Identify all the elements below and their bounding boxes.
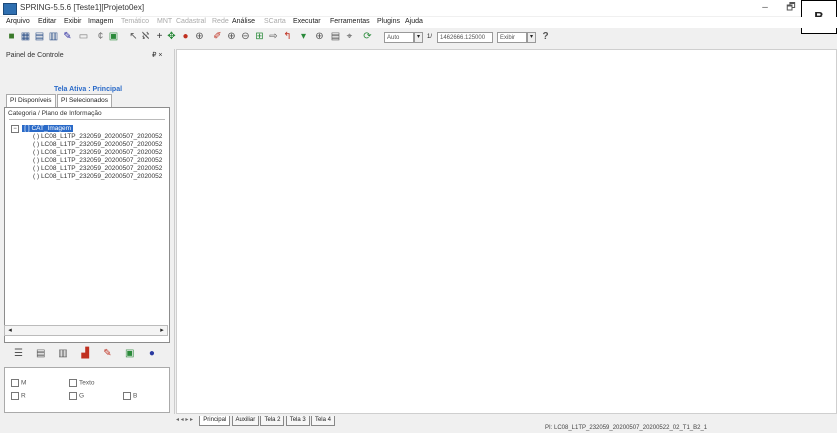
checkbox-texto[interactable]: Texto — [69, 379, 95, 387]
category-tree: Categoria / Plano de Informação − [ ] CA… — [4, 107, 170, 343]
app-icon — [3, 3, 17, 15]
project-icon[interactable]: ▦ — [20, 31, 31, 42]
list-item[interactable]: ( ) LC08_L1TP_232059_20200507_2020052 — [33, 165, 167, 172]
control-panel: Painel de Controle ₽ × Tela Ativa : Prin… — [2, 49, 175, 414]
draw-icon[interactable]: ✐ — [212, 31, 223, 42]
scale-mode-select[interactable]: Auto — [384, 32, 414, 43]
layers-icon[interactable]: ¢ — [95, 31, 106, 42]
window-title: SPRING-5.5.6 [Teste1][Projeto0ex] — [20, 3, 145, 12]
menu-mnt[interactable]: MNT — [157, 18, 172, 25]
help-circle-icon[interactable]: ● — [145, 347, 158, 360]
properties-icon[interactable]: ▣ — [123, 347, 136, 360]
menu-plugins[interactable]: Plugins — [377, 18, 400, 25]
toolbar: ■ ▦ ▤ ▥ ✎ ▭ ¢ ▣ ↖ ℵ + ✥ ● ⊕ ✐ ⊕ ⊖ ⊞ ⇨ ↰ … — [0, 29, 800, 47]
active-screen-title: Tela Ativa : Principal — [53, 86, 123, 93]
display-options: M Texto R G B — [4, 367, 170, 413]
tab-pi-disponiveis[interactable]: PI Disponíveis — [6, 94, 56, 108]
checkbox-g[interactable]: G — [69, 392, 84, 400]
category-cat-imagem[interactable]: [ ] CAT_Imagem — [22, 125, 74, 133]
zoom-out-icon[interactable]: ⊖ — [240, 31, 251, 42]
tree-header: Categoria / Plano de Informação — [8, 110, 102, 117]
window-icon[interactable]: ▭ — [78, 31, 89, 42]
list-item[interactable]: ( ) LC08_L1TP_232059_20200507_2020052 — [33, 149, 167, 156]
menu-analise[interactable]: Análise — [232, 18, 255, 25]
cursor-icon[interactable]: ↖ — [128, 31, 139, 42]
zoom-fit-icon[interactable]: ⊞ — [254, 31, 265, 42]
menu-tematico[interactable]: Temático — [121, 18, 149, 25]
zoom-mode-dropdown[interactable]: ▾ — [527, 32, 536, 43]
menu-editar[interactable]: Editar — [38, 18, 56, 25]
image-icon[interactable]: ▣ — [108, 31, 119, 42]
menu-imagem[interactable]: Imagem — [88, 18, 113, 25]
list-item[interactable]: ( ) LC08_L1TP_232059_20200507_2020052 — [33, 173, 167, 180]
collapse-icon[interactable]: − — [11, 124, 19, 133]
menu-bar: Arquivo Editar Exibir Imagem Temático MN… — [0, 17, 837, 28]
panel-toolbar: ☰ ▤ ▥ ▟ ✎ ▣ ● — [12, 347, 165, 361]
list-item[interactable]: ( ) LC08_L1TP_232059_20200507_2020052 — [33, 133, 167, 140]
menu-rede[interactable]: Rede — [212, 18, 229, 25]
list-icon[interactable]: ☰ — [12, 347, 25, 360]
chart-icon[interactable]: ▥ — [56, 347, 69, 360]
menu-executar[interactable]: Executar — [293, 18, 321, 25]
forward-icon[interactable]: ⇨ — [268, 31, 279, 42]
panel-pin-close[interactable]: ₽ × — [152, 51, 163, 59]
info-icon[interactable]: ℵ — [140, 31, 151, 42]
grid-toggle-icon[interactable]: ▤ — [330, 31, 341, 42]
menu-scarta[interactable]: SCarta — [264, 18, 286, 25]
checkbox-m[interactable]: M — [11, 379, 26, 387]
layer-dropdown-icon[interactable]: ▾ — [298, 31, 309, 42]
scale-input[interactable]: 1462666.125000 — [437, 32, 493, 43]
help-icon[interactable]: ? — [540, 31, 551, 42]
checkbox-b[interactable]: B — [123, 392, 137, 400]
scroll-left-icon[interactable]: ◂ — [5, 326, 15, 335]
scale-mode-dropdown[interactable]: ▾ — [414, 32, 423, 43]
histogram-icon[interactable]: ▟ — [79, 347, 92, 360]
zoom-area-icon[interactable]: ⊕ — [194, 31, 205, 42]
edit-icon[interactable]: ✎ — [101, 347, 114, 360]
menu-cadastral[interactable]: Cadastral — [176, 18, 206, 25]
status-text: PI: LC08_L1TP_232059_20200507_20200522_0… — [545, 425, 708, 431]
panel-header: Painel de Controle — [6, 52, 64, 59]
pan-icon[interactable]: ✥ — [166, 31, 177, 42]
minimize-button[interactable]: – — [752, 0, 778, 16]
table-icon[interactable]: ▤ — [34, 347, 47, 360]
menu-ajuda[interactable]: Ajuda — [405, 18, 423, 25]
screen-tabs: ◂ ◂ ▸ ▸ Principal Auxiliar Tela 2 Tela 3… — [176, 414, 335, 426]
tab-pi-selecionados[interactable]: PI Selecionados — [57, 94, 112, 108]
scroll-right-icon[interactable]: ▸ — [157, 326, 167, 335]
zoom-dropdown-icon[interactable]: ⊕ — [314, 31, 325, 42]
zoom-mode-select[interactable]: Exibir — [497, 32, 527, 43]
drawing-area[interactable] — [176, 49, 837, 414]
crosshair-icon[interactable]: + — [154, 31, 165, 42]
zoom-in-icon[interactable]: ⊕ — [226, 31, 237, 42]
list-item[interactable]: ( ) LC08_L1TP_232059_20200507_2020052 — [33, 141, 167, 148]
list-item[interactable]: ( ) LC08_L1TP_232059_20200507_2020052 — [33, 157, 167, 164]
refresh-icon[interactable]: ⟳ — [362, 31, 373, 42]
menu-ferramentas[interactable]: Ferramentas — [330, 18, 370, 25]
tree-root[interactable]: − [ ] CAT_Imagem — [11, 124, 74, 133]
coords-icon[interactable]: ⌖ — [344, 31, 355, 42]
horizontal-scrollbar[interactable]: ◂ ▸ — [4, 325, 168, 336]
record-icon[interactable]: ● — [180, 31, 191, 42]
grid-icon[interactable]: ▥ — [48, 31, 59, 42]
menu-exibir[interactable]: Exibir — [64, 18, 82, 25]
tab-nav-arrows[interactable]: ◂ ◂ ▸ ▸ — [176, 416, 193, 423]
scale-prefix: 1/ — [427, 34, 433, 40]
undo-icon[interactable]: ↰ — [282, 31, 293, 42]
status-bar: PI: LC08_L1TP_232059_20200507_20200522_0… — [0, 425, 837, 433]
menu-arquivo[interactable]: Arquivo — [6, 18, 30, 25]
category-icon[interactable]: ▤ — [34, 31, 45, 42]
checkbox-r[interactable]: R — [11, 392, 26, 400]
title-bar: SPRING-5.5.6 [Teste1][Projeto0ex] – 🗗 — [0, 0, 837, 16]
pencil-icon[interactable]: ✎ — [62, 31, 73, 42]
database-icon[interactable]: ■ — [6, 31, 17, 42]
